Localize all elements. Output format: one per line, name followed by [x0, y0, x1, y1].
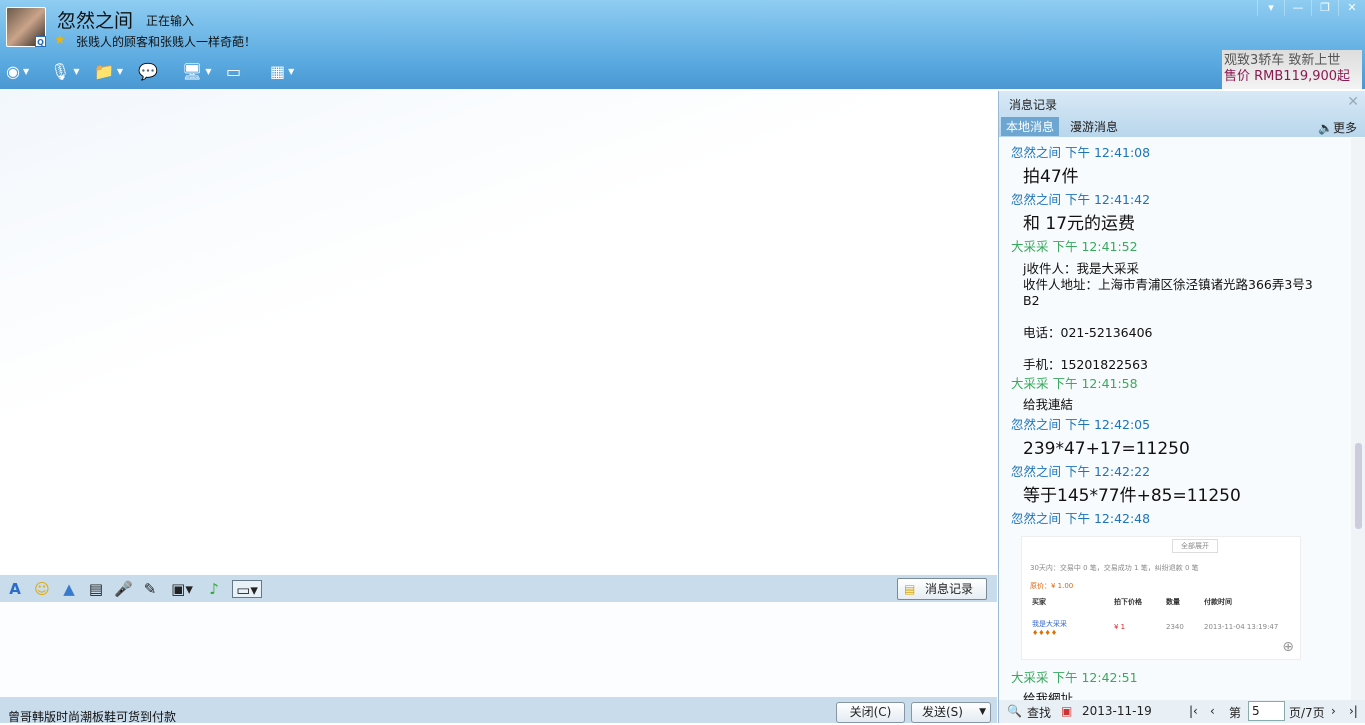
ad-ticker[interactable]: 曾哥韩版时尚潮板鞋可货到付款 [8, 708, 176, 725]
font-icon[interactable]: A [6, 580, 24, 598]
scrollbar[interactable] [1351, 138, 1365, 700]
voice-call-icon[interactable]: 🎙 ▼ [50, 60, 94, 82]
line: B2 [1023, 293, 1040, 308]
page-prefix: 第 [1229, 706, 1242, 720]
panel-title: 消息记录 [1009, 98, 1058, 112]
magic-icon[interactable]: ▲ [60, 580, 78, 598]
first-page-icon[interactable]: |‹ [1189, 704, 1198, 718]
message-text: 239*47+17=11250 [1023, 439, 1190, 459]
line: 收件人地址：上海市青浦区徐泾镇诸光路366弄3号3 [1023, 277, 1313, 292]
ad-line1: 观致3轿车 致新上世 [1224, 53, 1341, 68]
cell-qty: 2340 [1166, 623, 1184, 631]
search-button[interactable]: 查找 [1027, 704, 1051, 721]
message-sender: 大采采 下午 12:41:58 [1011, 376, 1138, 391]
last-page-icon[interactable]: ›| [1349, 704, 1358, 718]
message-list: 忽然之间 下午 12:41:08 拍47件 忽然之间 下午 12:41:42 和… [1011, 143, 1341, 707]
ad-line2: 售价 RMB119,900起 [1224, 69, 1351, 84]
message-text: 等于145*77件+85=11250 [1023, 486, 1241, 506]
col-qty: 数量 [1166, 598, 1180, 606]
message-text: 和 17元的运费 [1023, 214, 1136, 234]
file-transfer-icon[interactable]: 📁 ▼ [94, 60, 138, 82]
diamond-rating-icon: ♦♦♦♦ [1032, 629, 1058, 637]
star-icon: ★ [54, 33, 66, 48]
title-bar: Q 忽然之间 正在输入 ★ 张贱人的顾客和张贱人一样奇葩！ ◉ ▼ 🎙 ▼ 📁 ▼ 💬… [0, 0, 1365, 89]
zoom-in-icon[interactable]: ⊕ [1282, 639, 1294, 655]
close-button[interactable]: 关闭(C) [836, 702, 905, 723]
message-history-button[interactable]: 消息记录 [897, 578, 987, 600]
tab-roaming-messages[interactable]: 漫游消息 [1065, 117, 1123, 136]
group-chat-icon[interactable]: 💬 [138, 60, 182, 82]
line: 电话：021-52136406 [1023, 325, 1153, 340]
qq-badge: Q [35, 36, 46, 47]
screenshot-icon[interactable]: ▤ [87, 580, 105, 598]
date-picker[interactable]: 2013-11-19 [1082, 704, 1152, 718]
maximize-icon[interactable]: ❐ [1311, 0, 1338, 16]
contact-name[interactable]: 忽然之间 [57, 6, 133, 33]
more-label: 更多 [1332, 121, 1357, 135]
close-icon[interactable]: ✕ [1338, 0, 1365, 16]
panel-close-icon[interactable]: ✕ [1347, 94, 1359, 110]
cell-paytime: 2013-11-04 13:19:47 [1204, 623, 1279, 631]
tab-local-messages[interactable]: 本地消息 [1001, 117, 1060, 136]
emoji-icon[interactable]: ☺ [33, 580, 51, 598]
cell-buyer: 我是大采采 [1032, 620, 1067, 628]
ad-banner[interactable]: 观致3轿车 致新上世 售价 RMB119,900起 [1222, 50, 1362, 89]
send-label: 发送(S) [922, 705, 963, 719]
more-button[interactable]: 🔈更多 [1318, 119, 1357, 136]
minimize-icon[interactable]: — [1284, 0, 1311, 16]
page-input[interactable]: 5 [1248, 701, 1285, 721]
message-sender: 忽然之间 下午 12:41:08 [1011, 145, 1151, 160]
next-page-icon[interactable]: › [1331, 704, 1336, 718]
contact-signature: 张贱人的顾客和张贱人一样奇葩！ [76, 35, 257, 49]
col-paytime: 付款时间 [1204, 598, 1232, 606]
message-text: 拍47件 [1023, 167, 1079, 187]
apps-icon[interactable]: ▦ ▼ [270, 60, 314, 82]
screen-share-icon[interactable]: ▭ [226, 60, 270, 82]
image-icon[interactable]: ▣▾ [168, 580, 196, 598]
send-options-dropdown[interactable]: ▼ [979, 703, 986, 722]
message-sender: 大采采 下午 12:41:52 [1011, 239, 1138, 254]
expand-all: 全部展开 [1172, 539, 1218, 553]
music-icon[interactable]: ♪ [205, 580, 223, 598]
original-price: 原价：¥ 1.00 [1030, 582, 1074, 590]
image-attachment[interactable]: 全部展开 30天内：交易中 0 笔，交易成功 1 笔，纠纷退款 0 笔 原价：¥… [1021, 536, 1301, 660]
message-history-panel: 消息记录 ✕ 本地消息 漫游消息 🔈更多 忽然之间 下午 12:41:08 拍4… [998, 91, 1365, 723]
doodle-icon[interactable]: ✎ [141, 580, 159, 598]
message-input[interactable] [0, 602, 997, 697]
col-buyer: 买家 [1032, 598, 1046, 606]
message-sender: 忽然之间 下午 12:42:48 [1011, 511, 1151, 526]
message-sender: 大采采 下午 12:42:51 [1011, 670, 1138, 685]
editor-toolbar: A ☺ ▲ ▤ 🎤 ✎ ▣▾ ♪ ▭▾ [0, 575, 997, 602]
search-icon[interactable]: 🔍 [1007, 704, 1022, 718]
trade-summary: 30天内：交易中 0 笔，交易成功 1 笔，纠纷退款 0 笔 [1030, 564, 1199, 572]
send-button[interactable]: 发送(S) ▼ [911, 702, 991, 723]
voice-message-icon[interactable]: 🎤 [114, 580, 133, 598]
message-sender: 忽然之间 下午 12:41:42 [1011, 192, 1151, 207]
panel-footer: 🔍 查找 ▣ 2013-11-19 |‹ ‹ 第 5 页/7页 › ›| [999, 700, 1365, 723]
speaker-icon: 🔈 [1318, 121, 1333, 135]
message-text: j收件人：我是大采采 收件人地址：上海市青浦区徐泾镇诸光路366弄3号3 B2 … [1011, 260, 1341, 374]
line: 手机：15201822563 [1023, 357, 1148, 372]
scrollbar-thumb[interactable] [1355, 443, 1362, 529]
remote-desktop-icon[interactable]: 🖥 ▼ [182, 60, 226, 82]
page-total: 页/7页 [1289, 706, 1325, 720]
chat-area [0, 89, 997, 575]
message-sender: 忽然之间 下午 12:42:05 [1011, 417, 1151, 432]
calendar-icon[interactable]: ▣ [1061, 704, 1072, 718]
line: j收件人：我是大采采 [1023, 261, 1139, 276]
cell-price: ¥ 1 [1114, 623, 1126, 631]
remote-assist-icon[interactable]: ▭▾ [232, 579, 262, 599]
message-sender: 忽然之间 下午 12:42:22 [1011, 464, 1151, 479]
menu-icon[interactable]: ▾ [1257, 0, 1284, 16]
message-text: 给我連結 [1023, 397, 1074, 412]
typing-status: 正在输入 [146, 14, 195, 28]
avatar[interactable]: Q [6, 7, 46, 47]
col-price: 拍下价格 [1114, 598, 1142, 606]
video-call-icon[interactable]: ◉ ▼ [6, 60, 50, 82]
prev-page-icon[interactable]: ‹ [1210, 704, 1215, 718]
